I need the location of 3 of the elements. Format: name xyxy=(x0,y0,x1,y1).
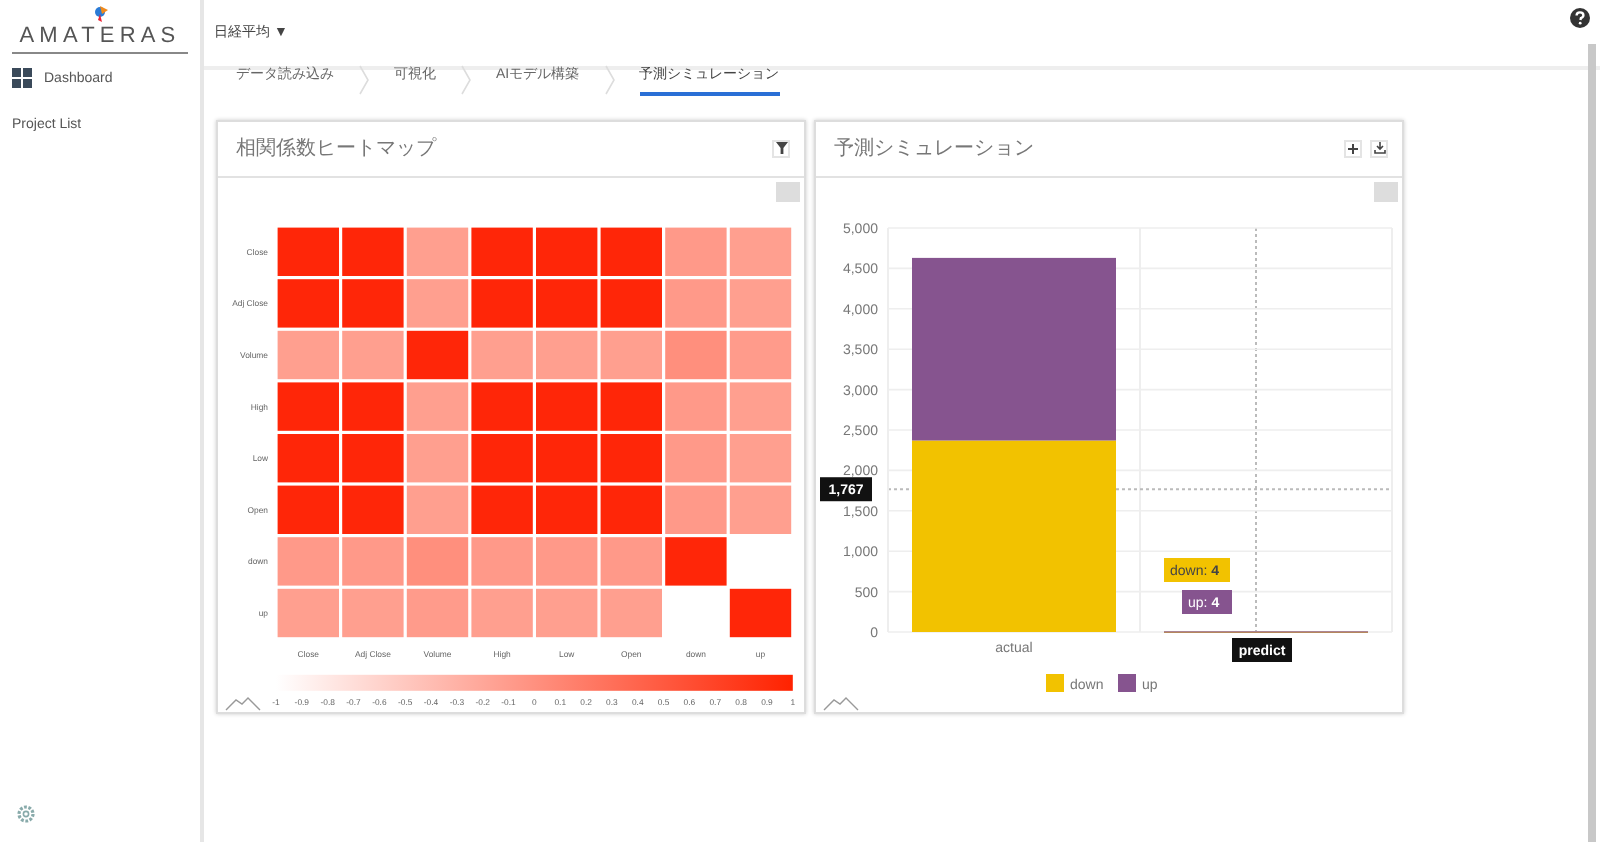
panel-title: 相関係数ヒートマップ xyxy=(236,135,436,163)
panel-title: 予測シミュレーション xyxy=(834,135,1034,163)
logo-text: AMATERAS xyxy=(11,22,189,54)
